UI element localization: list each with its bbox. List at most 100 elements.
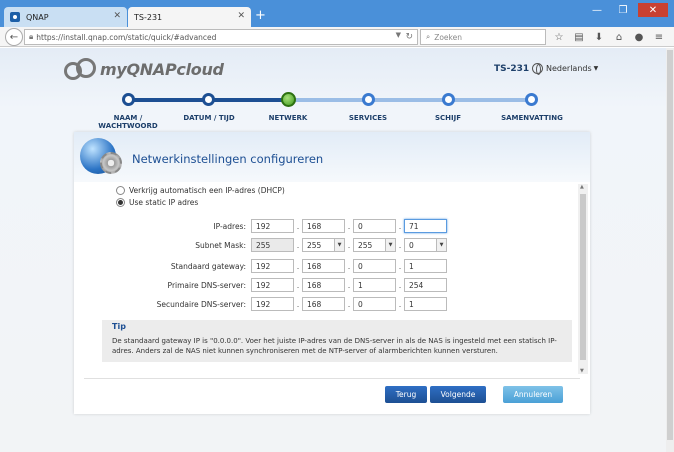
wizard-step-2-dot bbox=[202, 93, 215, 106]
ip-octet-4[interactable]: 71 bbox=[404, 219, 447, 233]
wizard-step-1-label: NAAM / WACHTWOORD bbox=[98, 114, 158, 130]
minimize-button[interactable]: — bbox=[586, 3, 608, 17]
home-icon[interactable]: ⌂ bbox=[612, 30, 626, 44]
dns2-octet-2[interactable]: 168 bbox=[302, 297, 345, 311]
tab-close-icon[interactable]: ✕ bbox=[113, 11, 121, 21]
device-name: TS-231 bbox=[494, 64, 530, 74]
tab-qnap[interactable]: QNAP ✕ bbox=[4, 7, 127, 27]
dns1-octet-3[interactable]: 1 bbox=[353, 278, 396, 292]
wizard-track-todo bbox=[288, 98, 532, 102]
octet-separator: . bbox=[296, 299, 300, 309]
octet-separator: . bbox=[398, 280, 402, 290]
mask-octet-4-select[interactable]: 0 ▼ bbox=[404, 238, 447, 252]
cloud-logo-icon bbox=[62, 57, 98, 81]
radio-dhcp-indicator[interactable] bbox=[116, 186, 125, 195]
dns1-octet-1[interactable]: 192 bbox=[251, 278, 294, 292]
new-tab-button[interactable]: + bbox=[255, 9, 266, 22]
secondary-dns-row: Secundaire DNS-server: 192 . 168 . 0 . 1 bbox=[154, 297, 447, 311]
radio-dhcp-label: Verkrijg automatisch een IP-adres (DHCP) bbox=[129, 186, 285, 195]
dns2-octet-1[interactable]: 192 bbox=[251, 297, 294, 311]
wizard-step-6-dot bbox=[525, 93, 538, 106]
network-settings-icon bbox=[80, 136, 126, 182]
octet-separator: . bbox=[398, 299, 402, 309]
octet-separator: . bbox=[398, 261, 402, 271]
wizard-step-5-label: SCHIJF bbox=[434, 114, 462, 122]
dns1-octet-4[interactable]: 254 bbox=[404, 278, 447, 292]
octet-separator: . bbox=[398, 221, 402, 231]
card-divider bbox=[84, 378, 580, 379]
back-button[interactable]: Terug bbox=[385, 386, 427, 403]
bookmark-star-icon[interactable]: ☆ bbox=[552, 30, 566, 44]
primary-dns-row: Primaire DNS-server: 192 . 168 . 1 . 254 bbox=[154, 278, 447, 292]
mask-octet-1: 255 bbox=[251, 238, 294, 252]
mask-octet-2-select[interactable]: 255 ▼ bbox=[302, 238, 345, 252]
wizard-step-3-label: NETWERK bbox=[268, 114, 308, 122]
chevron-down-icon: ▼ bbox=[436, 239, 446, 251]
reload-icon[interactable]: ↻ bbox=[405, 32, 413, 42]
card-scrollbar[interactable]: ▼ bbox=[578, 184, 588, 374]
chevron-down-icon: ▼ bbox=[593, 65, 599, 72]
octet-separator: . bbox=[347, 240, 351, 250]
octet-separator: . bbox=[296, 261, 300, 271]
cancel-button[interactable]: Annuleren bbox=[503, 386, 563, 403]
search-input[interactable]: ⌕ Zoeken bbox=[420, 29, 546, 45]
browser-titlebar: QNAP ✕ TS-231 ✕ + — ❐ ✕ bbox=[0, 0, 674, 27]
language-label: Nederlands bbox=[546, 64, 592, 73]
page-scrollbar[interactable] bbox=[666, 48, 674, 452]
subnet-mask-row: Subnet Mask: 255 . 255 ▼ . 255 ▼ . 0 ▼ bbox=[154, 238, 447, 252]
dns1-octet-2[interactable]: 168 bbox=[302, 278, 345, 292]
radio-static-indicator[interactable] bbox=[116, 198, 125, 207]
wizard-step-3-dot bbox=[281, 92, 296, 107]
wizard-step-5-dot bbox=[442, 93, 455, 106]
tip-text: De standaard gateway IP is "0.0.0.0". Vo… bbox=[112, 337, 557, 355]
url-text: https://install.qnap.com/static/quick/#a… bbox=[36, 32, 217, 42]
tab-title: QNAP bbox=[26, 12, 49, 22]
back-arrow-icon[interactable]: ← bbox=[5, 28, 23, 46]
radio-dhcp[interactable]: Verkrijg automatisch een IP-adres (DHCP) bbox=[116, 186, 285, 195]
wizard-step-4-dot bbox=[362, 93, 375, 106]
window-controls: — ❐ ✕ bbox=[586, 3, 668, 17]
search-placeholder: Zoeken bbox=[434, 32, 462, 42]
url-dropdown-icon[interactable]: ▼ bbox=[396, 31, 401, 39]
octet-separator: . bbox=[347, 261, 351, 271]
reading-list-icon[interactable]: ▤ bbox=[572, 30, 586, 44]
octet-separator: . bbox=[296, 280, 300, 290]
dns2-octet-3[interactable]: 0 bbox=[353, 297, 396, 311]
tab-title: TS-231 bbox=[134, 12, 163, 22]
network-settings-card: Netwerkinstellingen configureren ▼ Verkr… bbox=[74, 132, 590, 414]
secondary-dns-label: Secundaire DNS-server: bbox=[156, 299, 246, 309]
gateway-octet-2[interactable]: 168 bbox=[302, 259, 345, 273]
gateway-octet-1[interactable]: 192 bbox=[251, 259, 294, 273]
language-selector[interactable]: Nederlands ▼ bbox=[532, 63, 599, 75]
chat-icon[interactable]: ● bbox=[632, 30, 646, 44]
radio-static[interactable]: Use static IP adres bbox=[116, 198, 198, 207]
octet-separator: . bbox=[398, 240, 402, 250]
subnet-mask-label: Subnet Mask: bbox=[195, 240, 246, 250]
octet-separator: . bbox=[296, 221, 300, 231]
address-bar[interactable]: 🔒︎ https://install.qnap.com/static/quick… bbox=[24, 29, 418, 45]
ip-octet-1[interactable]: 192 bbox=[251, 219, 294, 233]
menu-icon[interactable]: ≡ bbox=[652, 30, 666, 44]
browser-navbar: ← 🔒︎ https://install.qnap.com/static/qui… bbox=[0, 27, 674, 47]
octet-separator: . bbox=[347, 299, 351, 309]
gateway-octet-4[interactable]: 1 bbox=[404, 259, 447, 273]
gateway-octet-3[interactable]: 0 bbox=[353, 259, 396, 273]
gateway-row: Standaard gateway: 192 . 168 . 0 . 1 bbox=[154, 259, 447, 273]
mask-octet-3-select[interactable]: 255 ▼ bbox=[353, 238, 396, 252]
chevron-down-icon: ▼ bbox=[385, 239, 395, 251]
wizard-step-6-label: SAMENVATTING bbox=[501, 114, 563, 122]
close-window-button[interactable]: ✕ bbox=[638, 3, 668, 17]
ip-octet-3[interactable]: 0 bbox=[353, 219, 396, 233]
radio-static-label: Use static IP adres bbox=[129, 198, 199, 207]
next-button[interactable]: Volgende bbox=[430, 386, 486, 403]
mask-octet-4-value: 0 bbox=[409, 240, 414, 250]
dns2-octet-4[interactable]: 1 bbox=[404, 297, 447, 311]
wizard-step-4-label: SERVICES bbox=[348, 114, 388, 122]
tab-close-icon[interactable]: ✕ bbox=[237, 11, 245, 21]
octet-separator: . bbox=[347, 280, 351, 290]
ip-octet-2[interactable]: 168 bbox=[302, 219, 345, 233]
tab-ts231[interactable]: TS-231 ✕ bbox=[128, 7, 251, 27]
maximize-button[interactable]: ❐ bbox=[612, 3, 634, 17]
download-icon[interactable]: ⬇ bbox=[592, 30, 606, 44]
primary-dns-label: Primaire DNS-server: bbox=[167, 280, 246, 290]
